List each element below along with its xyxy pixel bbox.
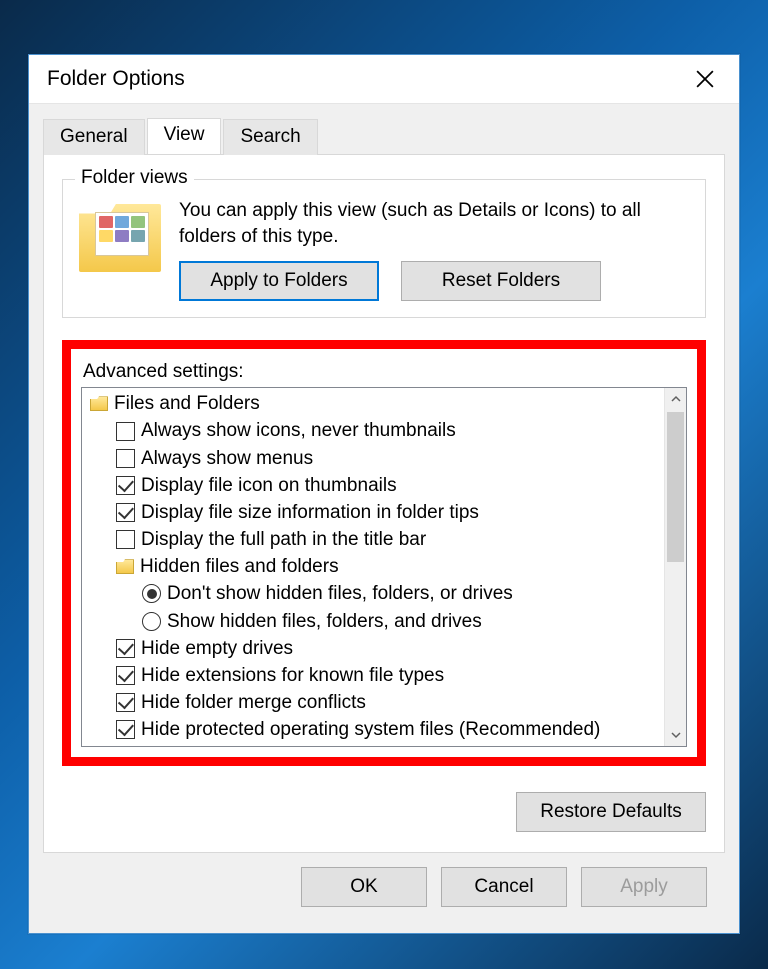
option-always-show-icons[interactable]: Always show icons, never thumbnails	[86, 417, 660, 444]
checkbox-icon	[116, 720, 135, 739]
radio-icon	[142, 612, 161, 631]
option-label: Don't show hidden files, folders, or dri…	[167, 580, 513, 607]
tab-page-view: Folder views You	[43, 154, 725, 853]
tab-search[interactable]: Search	[223, 119, 317, 155]
checkbox-icon	[116, 449, 135, 468]
tree-node-files-and-folders[interactable]: Files and Folders	[86, 390, 660, 417]
checkbox-icon	[116, 666, 135, 685]
folder-icon	[116, 559, 134, 574]
checkbox-icon	[116, 639, 135, 658]
option-label: Display file icon on thumbnails	[141, 472, 397, 499]
option-label: Show hidden files, folders, and drives	[167, 608, 482, 635]
tab-general[interactable]: General	[43, 119, 145, 155]
apply-button[interactable]: Apply	[581, 867, 707, 907]
advanced-settings-tree: Files and Folders Always show icons, nev…	[82, 388, 664, 746]
advanced-settings-listbox[interactable]: Files and Folders Always show icons, nev…	[81, 387, 687, 747]
chevron-up-icon	[671, 394, 681, 404]
reset-folders-button[interactable]: Reset Folders	[401, 261, 601, 301]
tree-node-label: Files and Folders	[114, 390, 260, 417]
tab-view[interactable]: View	[147, 118, 222, 154]
option-label: Hide extensions for known file types	[141, 662, 444, 689]
option-hide-merge-conflicts[interactable]: Hide folder merge conflicts	[86, 689, 660, 716]
window-title: Folder Options	[47, 67, 185, 91]
option-always-show-menus[interactable]: Always show menus	[86, 445, 660, 472]
cancel-button[interactable]: Cancel	[441, 867, 567, 907]
radio-icon	[142, 584, 161, 603]
checkbox-icon	[116, 476, 135, 495]
folder-views-group-title: Folder views	[75, 167, 194, 189]
chevron-down-icon	[671, 730, 681, 740]
folder-views-description: You can apply this view (such as Details…	[179, 198, 689, 249]
scroll-up-button[interactable]	[665, 388, 686, 410]
option-hide-extensions[interactable]: Hide extensions for known file types	[86, 662, 660, 689]
desktop-background: Folder Options General View Search Folde…	[0, 0, 768, 969]
folder-preview-icon	[79, 204, 161, 272]
ok-button[interactable]: OK	[301, 867, 427, 907]
tab-strip: General View Search	[43, 118, 725, 154]
option-label: Hide folder merge conflicts	[141, 689, 366, 716]
option-label: Hide empty drives	[141, 635, 293, 662]
option-label: Display the full path in the title bar	[141, 526, 426, 553]
option-dont-show-hidden[interactable]: Don't show hidden files, folders, or dri…	[86, 580, 660, 607]
scrollbar-thumb[interactable]	[667, 412, 684, 562]
option-hide-protected-os-files[interactable]: Hide protected operating system files (R…	[86, 716, 660, 743]
apply-to-folders-button[interactable]: Apply to Folders	[179, 261, 379, 301]
advanced-settings-scrollbar[interactable]	[664, 388, 686, 746]
tree-node-label: Hidden files and folders	[140, 553, 339, 580]
folder-views-group: Folder views You	[62, 179, 706, 318]
folder-options-dialog: Folder Options General View Search Folde…	[28, 54, 740, 934]
option-display-file-size-tips[interactable]: Display file size information in folder …	[86, 499, 660, 526]
option-label: Always show menus	[141, 445, 313, 472]
scroll-down-button[interactable]	[665, 724, 686, 746]
close-icon	[696, 70, 714, 88]
checkbox-icon	[116, 422, 135, 441]
checkbox-icon	[116, 693, 135, 712]
option-hide-empty-drives[interactable]: Hide empty drives	[86, 635, 660, 662]
option-display-file-icon-thumbnails[interactable]: Display file icon on thumbnails	[86, 472, 660, 499]
option-label: Hide protected operating system files (R…	[141, 716, 600, 743]
restore-defaults-button[interactable]: Restore Defaults	[516, 792, 706, 832]
option-label: Always show icons, never thumbnails	[141, 417, 456, 444]
option-label: Display file size information in folder …	[141, 499, 479, 526]
advanced-settings-label: Advanced settings:	[83, 361, 687, 383]
option-show-hidden[interactable]: Show hidden files, folders, and drives	[86, 608, 660, 635]
advanced-settings-highlight: Advanced settings: Files and Folders Alw…	[62, 340, 706, 766]
folder-icon	[90, 396, 108, 411]
dialog-footer: OK Cancel Apply	[43, 853, 725, 923]
checkbox-icon	[116, 530, 135, 549]
close-button[interactable]	[679, 59, 731, 99]
tree-node-hidden-files[interactable]: Hidden files and folders	[86, 553, 660, 580]
option-display-full-path-titlebar[interactable]: Display the full path in the title bar	[86, 526, 660, 553]
dialog-client-area: General View Search Folder views	[29, 103, 739, 933]
titlebar[interactable]: Folder Options	[29, 55, 739, 103]
checkbox-icon	[116, 503, 135, 522]
